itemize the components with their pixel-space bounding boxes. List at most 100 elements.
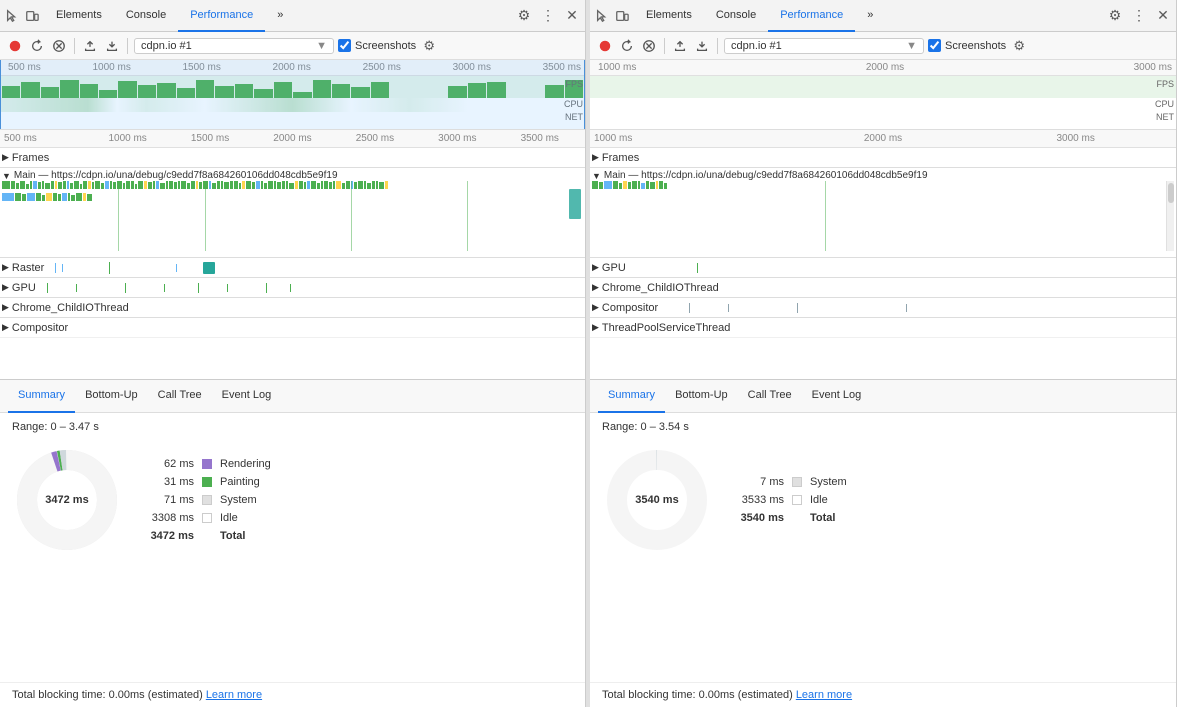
summary-panel-right: Range: 0 – 3.54 s 3540 ms 7 ms System bbox=[590, 413, 1176, 678]
download-btn-left[interactable] bbox=[103, 37, 121, 55]
frames-chevron-right: ▶ bbox=[592, 152, 599, 163]
settings-icon-right[interactable]: ⚙ bbox=[1106, 7, 1124, 25]
more-icon-right[interactable]: ⋮ bbox=[1130, 7, 1148, 25]
net-bar-right: NET bbox=[590, 112, 1176, 122]
screenshots-checkbox-right[interactable]: Screenshots bbox=[928, 39, 1006, 52]
fps-spikes-right bbox=[590, 76, 1176, 98]
bottom-tabs-right: Summary Bottom-Up Call Tree Event Log bbox=[590, 379, 1176, 413]
cpu-bar-left: CPU bbox=[0, 98, 585, 112]
capture-settings-right[interactable]: ⚙ bbox=[1010, 37, 1028, 55]
device-icon-right[interactable] bbox=[614, 8, 630, 24]
raster-chevron-left: ▶ bbox=[2, 262, 9, 273]
timeline-overview-right: 1000 ms 2000 ms 3000 ms FPS CPU NET bbox=[590, 60, 1176, 130]
stat-idle-right: 3533 ms Idle bbox=[736, 494, 847, 506]
raster-label-left: Raster bbox=[12, 262, 44, 274]
tab-bottom-up-right[interactable]: Bottom-Up bbox=[665, 379, 738, 413]
frames-chevron-left: ▶ bbox=[2, 152, 9, 163]
summary-stats-left: 62 ms Rendering 31 ms Painting 71 ms Sys… bbox=[146, 458, 271, 542]
capture-settings-left[interactable]: ⚙ bbox=[420, 37, 438, 55]
chrome-child-chevron-left: ▶ bbox=[2, 302, 9, 313]
devtools-panel-right: Elements Console Performance » ⚙ ⋮ ✕ bbox=[590, 0, 1177, 707]
tab-event-log-right[interactable]: Event Log bbox=[802, 379, 872, 413]
fps-label-right: FPS bbox=[1156, 79, 1174, 89]
track-threadpool-right: ▶ ThreadPoolServiceThread bbox=[590, 318, 1176, 338]
tab-bottom-up-left[interactable]: Bottom-Up bbox=[75, 379, 148, 413]
track-gpu-left: ▶ GPU bbox=[0, 278, 585, 298]
main-flame-left bbox=[2, 181, 583, 251]
stat-system-right: 7 ms System bbox=[736, 476, 847, 488]
url-box-left: cdpn.io #1 ▼ bbox=[134, 38, 334, 54]
overview-ruler-right: 1000 ms 2000 ms 3000 ms bbox=[590, 60, 1176, 76]
track-chrome-child-left: ▶ Chrome_ChildIOThread bbox=[0, 298, 585, 318]
summary-panel-left: Range: 0 – 3.47 s 3472 ms bbox=[0, 413, 585, 678]
detail-ruler-right: 1000 ms 2000 ms 3000 ms bbox=[590, 130, 1176, 148]
cpu-bar-right: CPU bbox=[590, 98, 1176, 112]
tab-elements-left[interactable]: Elements bbox=[44, 0, 114, 32]
screenshots-checkbox-left[interactable]: Screenshots bbox=[338, 39, 416, 52]
devtools-panel-left: Elements Console Performance » ⚙ ⋮ ✕ bbox=[0, 0, 586, 707]
tab-call-tree-right[interactable]: Call Tree bbox=[738, 379, 802, 413]
toolbar-left: cdpn.io #1 ▼ Screenshots ⚙ bbox=[0, 32, 585, 60]
clear-btn-left[interactable] bbox=[50, 37, 68, 55]
track-chrome-child-right: ▶ Chrome_ChildIOThread bbox=[590, 278, 1176, 298]
refresh-btn-right[interactable] bbox=[618, 37, 636, 55]
summary-content-left: 3472 ms 62 ms Rendering 31 ms Painting 7… bbox=[12, 445, 573, 555]
cursor-icon[interactable] bbox=[4, 8, 20, 24]
frames-label-left: Frames bbox=[12, 152, 49, 164]
tab-more-right[interactable]: » bbox=[855, 0, 885, 32]
detail-ruler-left: 500 ms 1000 ms 1500 ms 2000 ms 2500 ms 3… bbox=[0, 130, 585, 148]
clear-btn-right[interactable] bbox=[640, 37, 658, 55]
chrome-child-chevron-right: ▶ bbox=[592, 282, 599, 293]
upload-btn-right[interactable] bbox=[671, 37, 689, 55]
stat-color-rendering bbox=[202, 459, 212, 469]
device-icon[interactable] bbox=[24, 8, 40, 24]
compositor-chevron-right: ▶ bbox=[592, 302, 599, 313]
url-box-right: cdpn.io #1 ▼ bbox=[724, 38, 924, 54]
tab-console-right[interactable]: Console bbox=[704, 0, 768, 32]
tab-performance-left[interactable]: Performance bbox=[178, 0, 265, 32]
more-icon-left[interactable]: ⋮ bbox=[539, 7, 557, 25]
track-compositor-right: ▶ Compositor bbox=[590, 298, 1176, 318]
fps-bar-left: FPS bbox=[0, 76, 585, 98]
gpu-label-left: GPU bbox=[12, 282, 36, 294]
overview-ruler-left: 500 ms 1000 ms 1500 ms 2000 ms 2500 ms 3… bbox=[0, 60, 585, 76]
stat-color-total bbox=[202, 531, 212, 541]
tab-bar-right: Elements Console Performance » ⚙ ⋮ ✕ bbox=[590, 0, 1176, 32]
frames-label-right: Frames bbox=[602, 152, 639, 164]
download-btn-right[interactable] bbox=[693, 37, 711, 55]
main-chevron-left: ▼ bbox=[2, 171, 11, 181]
donut-chart-right: 3540 ms bbox=[602, 445, 712, 555]
tab-more-left[interactable]: » bbox=[265, 0, 295, 32]
record-btn-right[interactable] bbox=[596, 37, 614, 55]
donut-label-left: 3472 ms bbox=[45, 494, 88, 506]
learn-more-right[interactable]: Learn more bbox=[796, 689, 852, 701]
cpu-label-right: CPU bbox=[1155, 99, 1174, 109]
sep2-right bbox=[717, 38, 718, 54]
gpu-chevron-right: ▶ bbox=[592, 262, 599, 273]
compositor-label-right: Compositor bbox=[602, 302, 658, 314]
tab-console-left[interactable]: Console bbox=[114, 0, 178, 32]
track-compositor-left: ▶ Compositor bbox=[0, 318, 585, 338]
tab-performance-right[interactable]: Performance bbox=[768, 0, 855, 32]
settings-icon-left[interactable]: ⚙ bbox=[515, 7, 533, 25]
timeline-scroll-right: 1000 ms 2000 ms 3000 ms ▶ Frames ▼ Main … bbox=[590, 130, 1176, 379]
tab-event-log-left[interactable]: Event Log bbox=[212, 379, 282, 413]
stat-painting-left: 31 ms Painting bbox=[146, 476, 271, 488]
refresh-btn-left[interactable] bbox=[28, 37, 46, 55]
tab-summary-right[interactable]: Summary bbox=[598, 379, 665, 413]
cursor-icon-right[interactable] bbox=[594, 8, 610, 24]
stat-color-system bbox=[202, 495, 212, 505]
tab-call-tree-left[interactable]: Call Tree bbox=[148, 379, 212, 413]
close-icon-left[interactable]: ✕ bbox=[563, 7, 581, 25]
sep2 bbox=[127, 38, 128, 54]
main-chevron-right: ▼ bbox=[592, 171, 601, 181]
upload-btn-left[interactable] bbox=[81, 37, 99, 55]
stat-total-right: 3540 ms Total bbox=[736, 512, 847, 524]
fps-label-left: FPS bbox=[565, 79, 583, 89]
learn-more-left[interactable]: Learn more bbox=[206, 689, 262, 701]
close-icon-right[interactable]: ✕ bbox=[1154, 7, 1172, 25]
record-btn-left[interactable] bbox=[6, 37, 24, 55]
tab-summary-left[interactable]: Summary bbox=[8, 379, 75, 413]
stat-color-system-right bbox=[792, 477, 802, 487]
tab-elements-right[interactable]: Elements bbox=[634, 0, 704, 32]
